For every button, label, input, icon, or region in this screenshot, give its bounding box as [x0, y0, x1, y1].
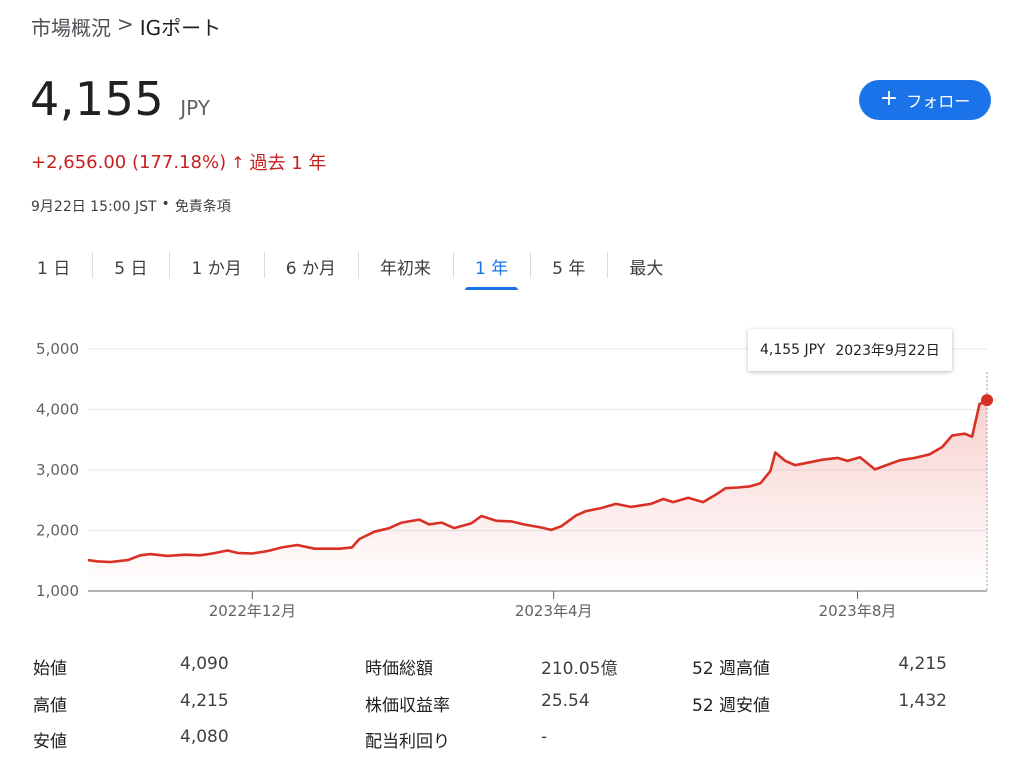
- tab-6m[interactable]: 6 か月: [263, 246, 358, 286]
- current-price: 4,155: [30, 72, 165, 126]
- tooltip-value: 4,155 JPY: [760, 342, 826, 358]
- timestamp-text: 9月22日 15:00 JST: [31, 199, 157, 215]
- stat-dividend-label: 配当利回り: [365, 732, 450, 752]
- breadcrumb-current: IGポート: [139, 16, 222, 40]
- y-tick-label: 1,000: [36, 582, 79, 600]
- price-area: [88, 400, 987, 591]
- stat-52wk-low-label: 52 週安値: [692, 696, 771, 716]
- tooltip-date: 2023年9月22日: [835, 343, 940, 359]
- range-tabs: 1 日 5 日 1 か月 6 か月 年初来 1 年 5 年 最大: [15, 246, 685, 290]
- tab-1m[interactable]: 1 か月: [169, 246, 263, 286]
- stat-high-value: 4,215: [180, 691, 229, 711]
- plus-icon: +: [879, 86, 899, 111]
- stat-52wk-low-value: 1,432: [898, 691, 947, 711]
- stat-pe-value: 25.54: [541, 691, 590, 711]
- tab-max[interactable]: 最大: [607, 246, 685, 286]
- tab-ytd[interactable]: 年初来: [357, 246, 453, 286]
- change-value: +2,656.00 (177.18%): [31, 151, 227, 173]
- chart-tooltip: 4,155 JPY 2023年9月22日: [748, 329, 952, 371]
- tab-1d[interactable]: 1 日: [15, 246, 92, 286]
- price-change: +2,656.00 (177.18%) ↑ 過去 1 年: [31, 149, 326, 175]
- y-tick-label: 3,000: [36, 461, 79, 479]
- x-tick-label: 2023年8月: [819, 602, 897, 620]
- y-tick-label: 5,000: [36, 340, 79, 358]
- stat-dividend-value: -: [541, 727, 548, 747]
- breadcrumb: 市場概況 > IGポート: [31, 12, 221, 41]
- x-tick-label: 2022年12月: [209, 602, 296, 620]
- follow-label: フォロー: [906, 92, 971, 111]
- stat-pe-label: 株価収益率: [365, 696, 450, 716]
- y-tick-label: 4,000: [36, 401, 79, 419]
- breadcrumb-parent-link[interactable]: 市場概況: [31, 12, 111, 41]
- y-tick-label: 2,000: [36, 522, 79, 540]
- stat-open-label: 始値: [33, 659, 67, 679]
- stat-52wk-high-label: 52 週高値: [692, 659, 771, 679]
- x-tick-label: 2023年4月: [515, 602, 593, 620]
- arrow-up-icon: ↑: [231, 152, 245, 172]
- stat-mktcap-value: 210.05億: [541, 659, 618, 679]
- tab-1y[interactable]: 1 年: [452, 246, 530, 290]
- stat-low-value: 4,080: [180, 727, 229, 747]
- stat-mktcap-label: 時価総額: [365, 659, 433, 679]
- separator-dot: •: [161, 196, 170, 212]
- price-row: 4,155 JPY: [30, 72, 210, 126]
- stat-low-label: 安値: [33, 732, 67, 752]
- follow-button[interactable]: + フォロー: [859, 80, 991, 120]
- stat-open-value: 4,090: [180, 654, 229, 674]
- disclaimer-link[interactable]: 免責条項: [175, 196, 231, 216]
- change-period: 過去 1 年: [249, 153, 327, 174]
- tab-5d[interactable]: 5 日: [92, 246, 169, 286]
- current-price-dot: [981, 394, 993, 407]
- stat-high-label: 高値: [33, 696, 67, 716]
- currency-label: JPY: [180, 96, 210, 120]
- breadcrumb-separator: >: [117, 12, 134, 36]
- tab-5y[interactable]: 5 年: [530, 246, 607, 286]
- quote-timestamp: 9月22日 15:00 JST • 免責条項: [31, 196, 231, 216]
- stat-52wk-high-value: 4,215: [898, 654, 947, 674]
